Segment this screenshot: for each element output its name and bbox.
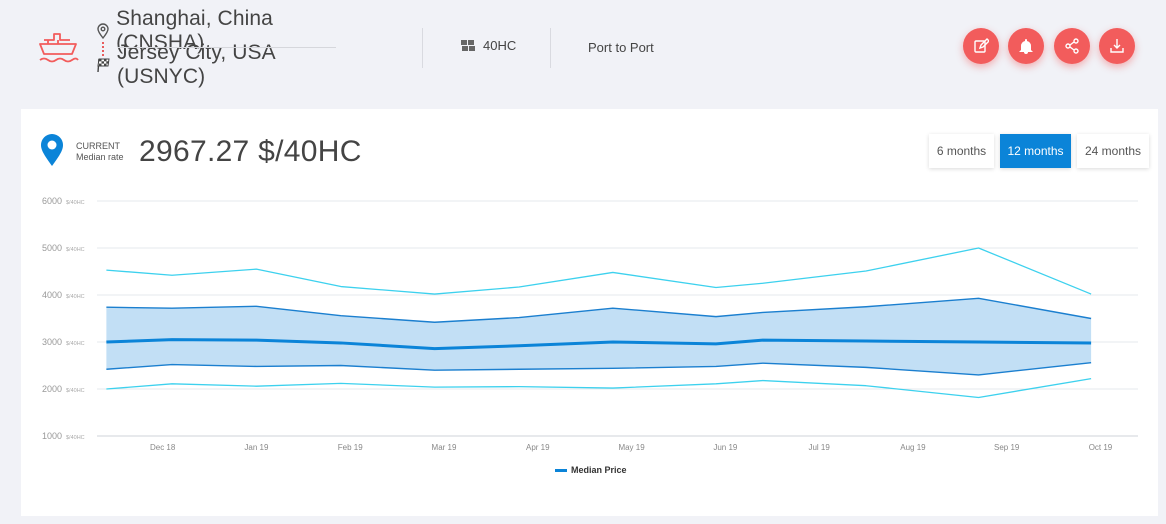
legend-swatch <box>555 468 567 472</box>
y-tick-label: 4000 <box>42 290 62 300</box>
y-tick-label: 5000 <box>42 243 62 253</box>
ship-icon <box>38 30 80 64</box>
route-dots <box>102 42 104 56</box>
edit-button[interactable] <box>963 28 999 64</box>
share-icon <box>1065 38 1079 54</box>
container-type-label: 40HC <box>483 38 517 53</box>
legend-label: Median Price <box>571 465 627 475</box>
series-line-upper-outer <box>106 247 1092 295</box>
container-icon <box>460 39 476 53</box>
x-tick-label: Feb 19 <box>338 443 363 452</box>
checkered-flag-icon <box>96 57 111 73</box>
y-tick-label: 6000 <box>42 196 62 206</box>
x-tick-label: Sep 19 <box>994 443 1020 452</box>
y-tick-unit: $/40HC <box>66 435 85 441</box>
y-tick-unit: $/40HC <box>66 388 85 394</box>
container-type: 40HC <box>460 38 516 53</box>
x-tick-label: Aug 19 <box>900 443 926 452</box>
x-tick-label: Oct 19 <box>1089 443 1113 452</box>
location-pin-icon <box>96 23 110 39</box>
x-tick-label: Dec 18 <box>150 443 176 452</box>
route: Shanghai, China (CNSHA) Jersey City, USA… <box>96 7 338 88</box>
chart-legend[interactable]: Median Price <box>555 465 627 475</box>
alert-button[interactable] <box>1008 28 1044 64</box>
y-tick-label: 3000 <box>42 337 62 347</box>
share-button[interactable] <box>1054 28 1090 64</box>
route-divider <box>118 47 336 48</box>
service-mode: Port to Port <box>588 40 654 55</box>
bell-icon <box>1019 38 1033 54</box>
y-tick-label: 1000 <box>42 431 62 441</box>
download-icon <box>1110 39 1124 53</box>
x-tick-label: Jun 19 <box>713 443 738 452</box>
series-line-lower-outer <box>106 378 1092 399</box>
x-tick-label: Jan 19 <box>244 443 269 452</box>
y-tick-unit: $/40HC <box>66 294 85 300</box>
y-tick-unit: $/40HC <box>66 200 85 206</box>
x-tick-label: May 19 <box>618 443 645 452</box>
rate-card: CURRENT Median rate 2967.27 $/40HC 6 mon… <box>21 109 1158 516</box>
x-tick-label: Mar 19 <box>432 443 457 452</box>
download-button[interactable] <box>1099 28 1135 64</box>
edit-icon <box>974 38 989 53</box>
header-separator <box>550 28 551 68</box>
y-tick-label: 2000 <box>42 384 62 394</box>
destination-port: Jersey City, USA (USNYC) <box>117 41 275 88</box>
header-separator <box>422 28 423 68</box>
x-tick-label: Apr 19 <box>526 443 550 452</box>
y-tick-unit: $/40HC <box>66 247 85 253</box>
price-chart: 6000 $/40HC 5000 $/40HC 4000 $/40HC 3000 $/40HC… <box>42 196 1138 452</box>
x-tick-label: Jul 19 <box>808 443 830 452</box>
y-tick-unit: $/40HC <box>66 341 85 347</box>
